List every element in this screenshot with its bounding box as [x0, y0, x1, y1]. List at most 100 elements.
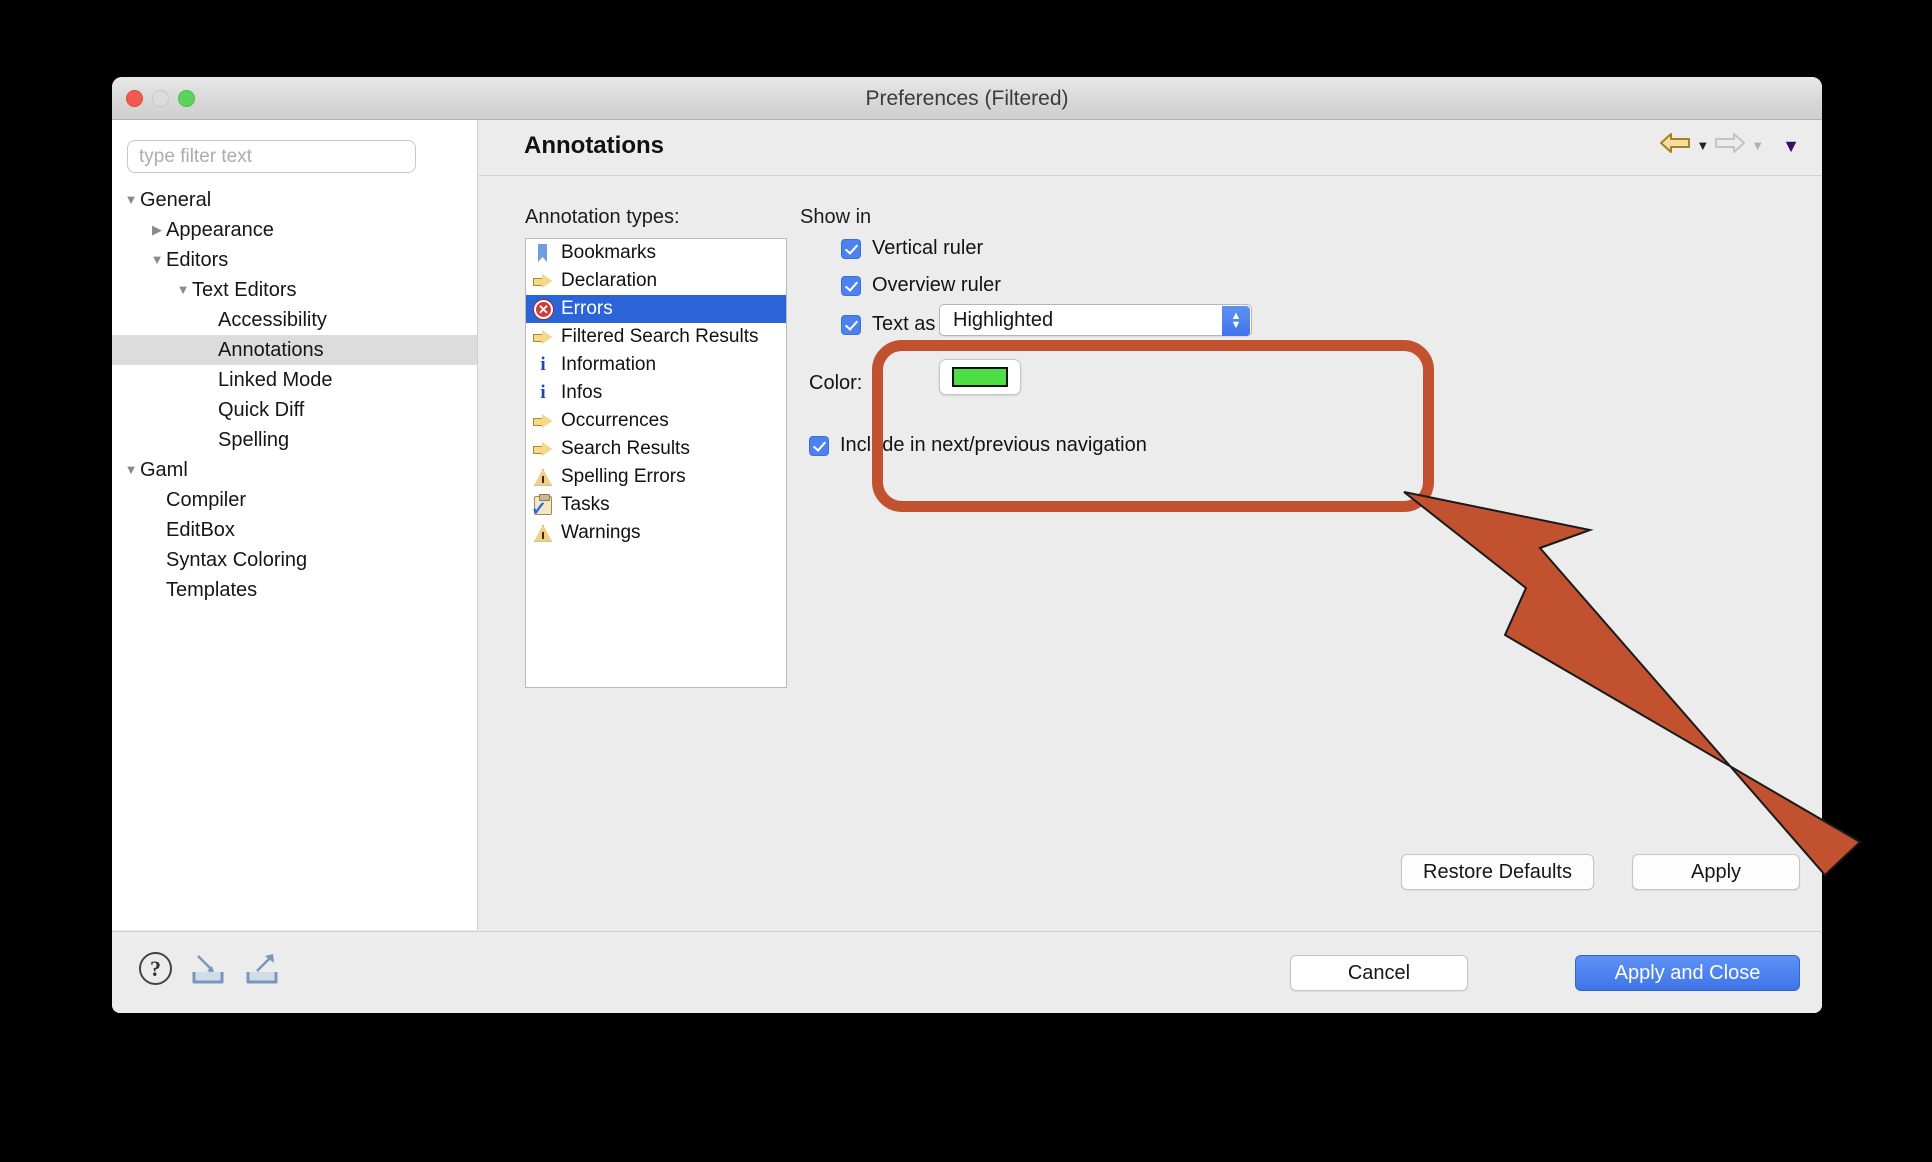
import-icon[interactable] [190, 952, 226, 985]
annotation-type-row[interactable]: Warnings [526, 519, 786, 547]
preferences-tree[interactable]: General Appearance Editors Text Editors Acc… [112, 185, 477, 605]
text-as-checkbox-row[interactable]: Text as [841, 313, 935, 336]
error-icon: ✕ [533, 299, 553, 319]
bookmark-icon [533, 243, 553, 263]
annotation-type-row[interactable]: i Information [526, 351, 786, 379]
tree-item-templates[interactable]: Templates [112, 575, 477, 605]
cancel-button[interactable]: Cancel [1290, 955, 1468, 991]
tree-item-syntax-coloring[interactable]: Syntax Coloring [112, 545, 477, 575]
tree-twisty-icon[interactable] [122, 455, 140, 485]
color-picker-button[interactable] [939, 359, 1021, 395]
tree-twisty-icon[interactable] [122, 185, 140, 215]
tree-item-gaml[interactable]: Gaml [112, 455, 477, 485]
tree-item-text-editors[interactable]: Text Editors [112, 275, 477, 305]
tree-twisty-icon[interactable] [148, 245, 166, 275]
forward-arrow-icon [1715, 132, 1746, 159]
text-as-dropdown[interactable]: Highlighted ▲ ▼ [939, 304, 1252, 336]
annotation-type-label: Bookmarks [561, 242, 657, 263]
preferences-window: Preferences (Filtered) General Appearance… [112, 77, 1822, 1013]
annotation-type-label: Infos [561, 382, 603, 403]
annotation-type-row[interactable]: Tasks [526, 491, 786, 519]
help-icon[interactable]: ? [139, 952, 172, 985]
tree-item-label: Templates [166, 579, 258, 601]
arrow-right-icon [533, 327, 553, 347]
include-navigation-label: Include in next/previous navigation [840, 434, 1147, 456]
annotation-type-label: Search Results [561, 438, 690, 459]
overview-ruler-checkbox-row[interactable]: Overview ruler [841, 274, 1001, 297]
tree-twisty-icon[interactable] [148, 215, 166, 245]
tree-item-editbox[interactable]: EditBox [112, 515, 477, 545]
filter-input[interactable] [127, 140, 416, 173]
text-as-label: Text as [872, 313, 936, 335]
vertical-ruler-label: Vertical ruler [872, 237, 984, 259]
info-icon: i [540, 354, 546, 375]
annotation-type-row[interactable]: Occurrences [526, 407, 786, 435]
tree-item-label: Linked Mode [218, 369, 333, 391]
window-titlebar: Preferences (Filtered) [112, 77, 1822, 120]
annotation-type-row[interactable]: Spelling Errors [526, 463, 786, 491]
annotation-types-list[interactable]: Bookmarks Declaration ✕ Errors Filtered Sear… [525, 238, 787, 688]
annotation-types-label: Annotation types: [525, 206, 680, 228]
tree-item-spelling[interactable]: Spelling [112, 425, 477, 455]
arrow-right-icon [533, 439, 553, 459]
window-title: Preferences (Filtered) [865, 87, 1069, 110]
annotation-type-row[interactable]: ✕ Errors [526, 295, 786, 323]
back-history-caret-icon[interactable]: ▼ [1696, 139, 1709, 152]
overview-ruler-label: Overview ruler [872, 274, 1001, 296]
text-as-checkbox[interactable] [841, 314, 861, 335]
annotation-type-label: Warnings [561, 522, 641, 543]
include-navigation-checkbox-row[interactable]: Include in next/previous navigation [809, 434, 1147, 457]
color-label: Color: [809, 372, 863, 394]
warning-icon [533, 467, 553, 487]
annotation-type-row[interactable]: Declaration [526, 267, 786, 295]
tree-item-appearance[interactable]: Appearance [112, 215, 477, 245]
apply-and-close-button[interactable]: Apply and Close [1575, 955, 1800, 991]
vertical-ruler-checkbox-row[interactable]: Vertical ruler [841, 237, 983, 260]
vertical-ruler-checkbox[interactable] [841, 238, 861, 259]
tree-item-label: Quick Diff [218, 399, 305, 421]
tree-item-accessibility[interactable]: Accessibility [112, 305, 477, 335]
tree-item-editors[interactable]: Editors [112, 245, 477, 275]
tree-item-label: General [140, 189, 212, 211]
annotation-type-label: Occurrences [561, 410, 669, 431]
tree-item-label: Compiler [166, 489, 247, 511]
preferences-tree-panel: General Appearance Editors Text Editors Acc… [112, 120, 478, 930]
export-icon[interactable] [244, 952, 280, 985]
annotation-type-row[interactable]: i Infos [526, 379, 786, 407]
tree-item-label: Editors [166, 249, 229, 271]
restore-defaults-button[interactable]: Restore Defaults [1401, 854, 1594, 890]
chevron-updown-icon[interactable]: ▲ ▼ [1222, 306, 1250, 336]
tree-item-label: EditBox [166, 519, 235, 541]
annotation-type-row[interactable]: Search Results [526, 435, 786, 463]
chevron-down-icon[interactable]: ▼ [1782, 137, 1800, 155]
arrow-right-icon [533, 271, 553, 291]
annotation-type-label: Filtered Search Results [561, 326, 759, 347]
dialog-footer: ? Cancel Apply and Close [112, 931, 1822, 1013]
tree-item-general[interactable]: General [112, 185, 477, 215]
back-arrow-icon[interactable] [1660, 132, 1691, 159]
tree-item-quick-diff[interactable]: Quick Diff [112, 395, 477, 425]
tree-item-linked-mode[interactable]: Linked Mode [112, 365, 477, 395]
tree-item-label: Spelling [218, 429, 290, 451]
tree-item-annotations[interactable]: Annotations [112, 335, 477, 365]
info-icon: i [540, 382, 546, 403]
preferences-content-panel: Annotations ▼ ▼ ▼ Annotation types: Book… [479, 120, 1822, 930]
tree-twisty-icon[interactable] [174, 275, 192, 305]
overview-ruler-checkbox[interactable] [841, 275, 861, 296]
tree-item-compiler[interactable]: Compiler [112, 485, 477, 515]
annotation-type-label: Errors [561, 298, 613, 319]
annotation-type-row[interactable]: Bookmarks [526, 239, 786, 267]
page-title: Annotations [524, 132, 664, 159]
tree-item-label: Gaml [140, 459, 188, 481]
include-navigation-checkbox[interactable] [809, 435, 829, 456]
annotation-type-row[interactable]: Filtered Search Results [526, 323, 786, 351]
apply-button[interactable]: Apply [1632, 854, 1800, 890]
annotation-type-label: Declaration [561, 270, 658, 291]
footer-icon-group: ? [139, 952, 280, 985]
arrow-right-icon [533, 411, 553, 431]
